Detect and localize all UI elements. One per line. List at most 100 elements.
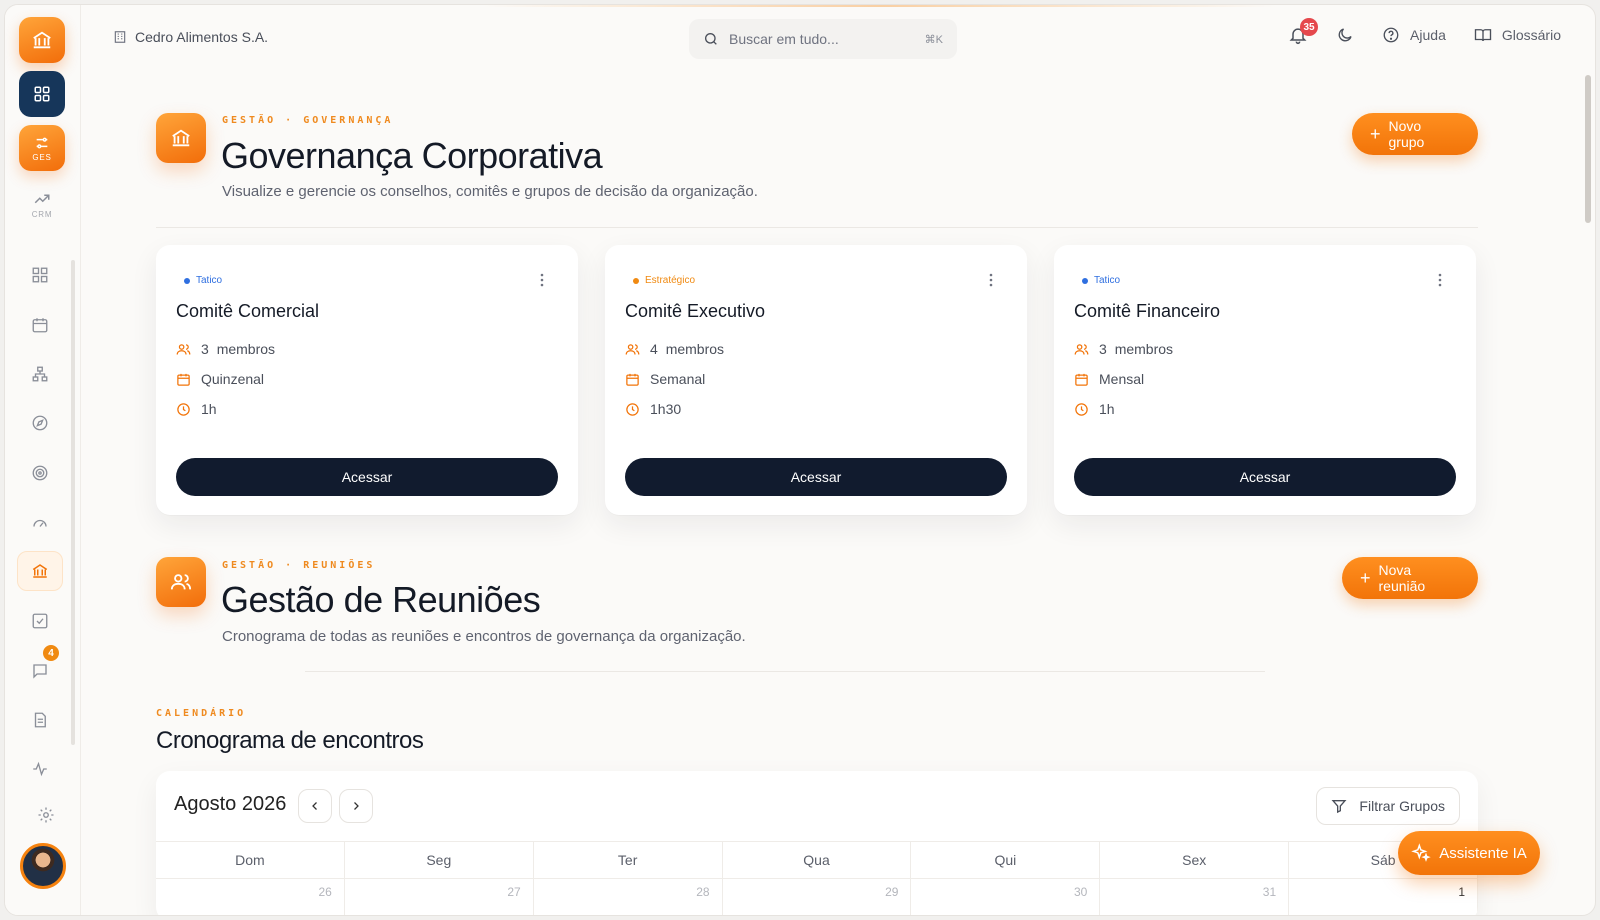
ges-tag: GES — [32, 152, 52, 162]
nav-org-chart[interactable] — [17, 354, 63, 394]
nav-dashboard[interactable] — [17, 255, 63, 295]
prev-month-button[interactable] — [298, 789, 332, 823]
user-avatar[interactable] — [20, 843, 66, 889]
gauge-icon — [33, 519, 47, 527]
new-group-button[interactable]: + Novo grupo — [1352, 113, 1478, 155]
help-label: Ajuda — [1410, 27, 1446, 43]
next-month-button[interactable] — [339, 789, 373, 823]
nav-goals[interactable] — [17, 453, 63, 493]
module-ges-button[interactable]: GES — [19, 125, 65, 171]
nav-messages[interactable]: 4 — [17, 645, 63, 691]
group-members: 3 membros — [176, 341, 275, 357]
clock-icon — [626, 402, 639, 416]
day-cell[interactable]: 26 — [156, 879, 345, 915]
home-logo-button[interactable] — [19, 17, 65, 63]
weekday-header: Dom Seg Ter Qua Qui Sex Sáb — [156, 841, 1478, 879]
clock-icon — [1075, 402, 1088, 416]
duration-value: 1h30 — [650, 401, 682, 417]
day-cell[interactable]: 30 — [911, 879, 1101, 915]
gear-icon — [38, 807, 54, 823]
group-card: Tatico Comitê Comercial 3 membros Quinze… — [156, 245, 578, 515]
card-menu-button[interactable] — [540, 273, 544, 292]
trend-up-icon — [34, 194, 50, 203]
meetings-title: Gestão de Reuniões — [221, 579, 541, 620]
members-count: 4 — [650, 341, 658, 357]
chat-icon — [33, 664, 47, 679]
theme-toggle-button[interactable] — [1336, 26, 1354, 44]
meetings-eyebrow: GESTÃO · REUNIÕES — [222, 560, 375, 571]
group-name: Comitê Executivo — [625, 301, 766, 321]
card-menu-button[interactable] — [989, 273, 993, 292]
new-meeting-label: Nova reunião — [1378, 562, 1426, 594]
crm-tag: CRM — [31, 209, 53, 219]
chevron-right-icon — [354, 802, 359, 810]
members-label: membros — [216, 341, 276, 357]
access-button[interactable]: Acessar — [176, 458, 558, 496]
chevron-left-icon — [312, 802, 317, 810]
rail-scrollbar[interactable] — [71, 260, 75, 745]
glossary-button[interactable]: Glossário — [1474, 26, 1561, 44]
calendar-icon — [177, 373, 190, 386]
day-cell[interactable]: 1 — [1289, 879, 1478, 915]
section-divider — [305, 671, 1265, 672]
tag-label: Tatico — [1094, 275, 1121, 286]
group-duration: 1h — [176, 401, 217, 417]
eyebrow-part: GESTÃO — [222, 115, 277, 126]
members-count: 3 — [201, 341, 209, 357]
users-icon — [625, 343, 640, 355]
nav-compass[interactable] — [17, 403, 63, 443]
day-cell[interactable]: 31 — [1100, 879, 1290, 915]
duration-value: 1h — [201, 401, 217, 417]
calendar-eyebrow: CALENDÁRIO — [156, 708, 247, 719]
card-menu-button[interactable] — [1438, 273, 1442, 292]
nav-activity[interactable] — [17, 749, 63, 789]
notifications-button[interactable]: 35 — [1288, 18, 1319, 45]
nav-tasks[interactable] — [17, 601, 63, 641]
apps-button[interactable] — [19, 71, 65, 117]
new-meeting-button[interactable]: + Nova reunião — [1342, 557, 1478, 599]
eyebrow-sep: · — [285, 115, 295, 126]
help-button[interactable]: Ajuda — [1382, 26, 1446, 44]
filter-label: Filtrar Grupos — [1359, 798, 1445, 814]
group-name: Comitê Comercial — [176, 301, 320, 321]
search-icon — [705, 33, 717, 45]
group-card: Tatico Comitê Financeiro 3 membros Mensa… — [1054, 245, 1476, 515]
compass-icon — [32, 415, 48, 431]
more-vertical-icon — [1438, 273, 1442, 287]
day-cell[interactable]: 28 — [534, 879, 723, 915]
calendar-panel: Agosto 2026 Filtrar Grupos Dom Seg Ter Q… — [156, 771, 1478, 915]
filter-groups-button[interactable]: Filtrar Grupos — [1316, 787, 1460, 825]
section-divider — [156, 227, 1478, 228]
main-scrollbar[interactable] — [1585, 75, 1591, 223]
search-input[interactable]: Buscar em tudo... ⌘K — [689, 19, 957, 59]
calendar-month: Agosto 2026 — [174, 793, 287, 815]
group-level-tag: Tatico — [1082, 275, 1120, 286]
company-selector[interactable]: Cedro Alimentos S.A. — [113, 29, 268, 45]
plus-icon: + — [1370, 124, 1381, 144]
access-button[interactable]: Acessar — [625, 458, 1007, 496]
calendar-week-row: 26 27 28 29 30 31 1 — [156, 879, 1478, 915]
users-icon — [1074, 343, 1089, 355]
company-name: Cedro Alimentos S.A. — [135, 29, 269, 45]
clock-icon — [177, 402, 190, 416]
activity-icon — [33, 761, 47, 777]
nav-performance[interactable] — [17, 502, 63, 542]
ai-assistant-button[interactable]: Assistente IA — [1398, 831, 1540, 875]
day-cell[interactable]: 29 — [723, 879, 912, 915]
weekday: Dom — [156, 842, 345, 878]
eyebrow-part: GOVERNANÇA — [303, 115, 394, 126]
weekday: Ter — [534, 842, 723, 878]
help-circle-icon — [1383, 27, 1399, 43]
access-button[interactable]: Acessar — [1074, 458, 1456, 496]
nav-documents[interactable] — [17, 700, 63, 740]
module-crm-button[interactable]: CRM — [19, 181, 65, 227]
day-cell[interactable]: 27 — [345, 879, 534, 915]
page-subtitle: Visualize e gerencie os conselhos, comit… — [222, 183, 758, 200]
search-placeholder: Buscar em tudo... — [729, 31, 839, 47]
plus-icon: + — [1360, 568, 1371, 588]
users-icon — [176, 343, 191, 355]
nav-settings[interactable] — [23, 795, 69, 835]
nav-governance[interactable] — [17, 551, 63, 591]
bank-icon — [172, 129, 190, 147]
nav-calendar[interactable] — [17, 305, 63, 345]
